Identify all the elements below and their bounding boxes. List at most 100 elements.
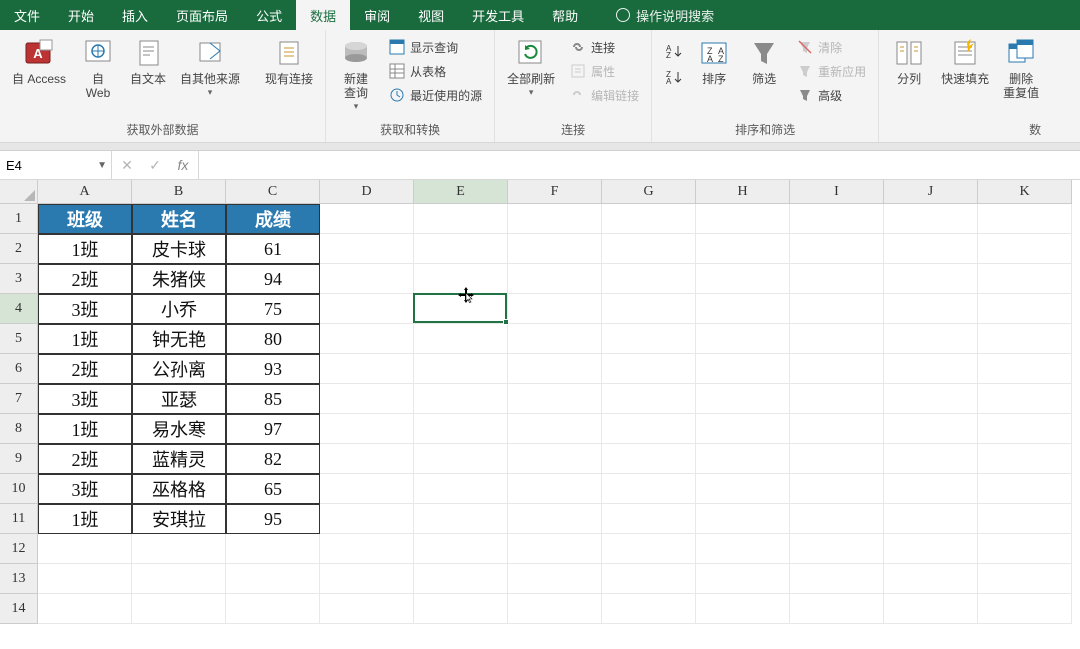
tab-开发工具[interactable]: 开发工具 [458,0,538,30]
row-headers[interactable]: 1234567891011121314 [0,204,38,624]
cell[interactable] [978,204,1072,234]
tab-视图[interactable]: 视图 [404,0,458,30]
cell[interactable] [884,504,978,534]
cell[interactable] [978,234,1072,264]
cell[interactable] [696,474,790,504]
cell[interactable] [884,474,978,504]
table-header[interactable]: 班级 [38,204,132,234]
cell[interactable] [414,414,508,444]
col-header-E[interactable]: E [414,180,508,204]
col-header-C[interactable]: C [226,180,320,204]
cell[interactable] [978,294,1072,324]
connections-button[interactable]: 连接 [565,36,643,58]
cell[interactable] [602,474,696,504]
cell[interactable] [320,324,414,354]
from-web-button[interactable]: 自 Web [76,34,120,102]
cell[interactable] [602,504,696,534]
tab-插入[interactable]: 插入 [108,0,162,30]
cell[interactable] [508,294,602,324]
show-queries-button[interactable]: 显示查询 [384,36,486,58]
cell[interactable] [696,234,790,264]
cell[interactable] [884,384,978,414]
cell[interactable] [790,354,884,384]
cell[interactable] [602,534,696,564]
table-cell[interactable]: 公孙离 [132,354,226,384]
cell[interactable] [978,324,1072,354]
sort-button[interactable]: ZAAZ 排序 [692,34,736,88]
table-cell[interactable]: 钟无艳 [132,324,226,354]
col-header-F[interactable]: F [508,180,602,204]
table-cell[interactable]: 93 [226,354,320,384]
cell[interactable] [320,294,414,324]
cell[interactable] [508,534,602,564]
existing-connections-button[interactable]: 现有连接 [261,34,317,88]
cell[interactable] [132,564,226,594]
table-cell[interactable]: 2班 [38,444,132,474]
cell[interactable] [884,414,978,444]
table-cell[interactable]: 3班 [38,294,132,324]
cell[interactable] [602,594,696,624]
col-header-H[interactable]: H [696,180,790,204]
table-cell[interactable]: 安琪拉 [132,504,226,534]
cell[interactable] [696,414,790,444]
cell[interactable] [884,324,978,354]
cell[interactable] [790,534,884,564]
remove-duplicates-button[interactable]: 删除 重复值 [999,34,1043,102]
col-header-G[interactable]: G [602,180,696,204]
cell[interactable] [414,324,508,354]
cell[interactable] [414,474,508,504]
cell[interactable] [320,504,414,534]
row-header-8[interactable]: 8 [0,414,38,444]
clear-filter-button[interactable]: 清除 [792,36,870,58]
cell[interactable] [508,264,602,294]
cell[interactable] [414,594,508,624]
sort-asc-button[interactable]: AZ [660,40,686,62]
cell[interactable] [790,564,884,594]
cell[interactable] [602,234,696,264]
cell[interactable] [414,204,508,234]
cell[interactable] [602,564,696,594]
table-cell[interactable]: 80 [226,324,320,354]
table-cell[interactable]: 95 [226,504,320,534]
tab-帮助[interactable]: 帮助 [538,0,592,30]
cell[interactable] [320,534,414,564]
cell[interactable] [602,354,696,384]
table-cell[interactable]: 1班 [38,324,132,354]
cell[interactable] [132,594,226,624]
cell[interactable] [696,294,790,324]
select-all-corner[interactable] [0,180,38,204]
table-cell[interactable]: 61 [226,234,320,264]
tab-页面布局[interactable]: 页面布局 [162,0,242,30]
cell[interactable] [508,234,602,264]
cell[interactable] [38,594,132,624]
cell[interactable] [508,594,602,624]
cell[interactable] [414,294,508,324]
cell[interactable] [790,294,884,324]
cell[interactable] [320,204,414,234]
table-header[interactable]: 姓名 [132,204,226,234]
cell[interactable] [508,384,602,414]
cell[interactable] [508,444,602,474]
cell[interactable] [884,294,978,324]
table-cell[interactable]: 65 [226,474,320,504]
cell[interactable] [884,234,978,264]
cell[interactable] [790,234,884,264]
cell[interactable] [884,264,978,294]
table-cell[interactable]: 2班 [38,264,132,294]
cell[interactable] [884,594,978,624]
table-cell[interactable]: 朱猪侠 [132,264,226,294]
row-header-9[interactable]: 9 [0,444,38,474]
table-cell[interactable]: 皮卡球 [132,234,226,264]
row-header-12[interactable]: 12 [0,534,38,564]
cell[interactable] [320,264,414,294]
cell[interactable] [978,534,1072,564]
cell[interactable] [508,414,602,444]
cell[interactable] [602,444,696,474]
table-cell[interactable]: 小乔 [132,294,226,324]
table-cell[interactable]: 82 [226,444,320,474]
cell[interactable] [414,444,508,474]
cell[interactable] [414,234,508,264]
from-text-button[interactable]: 自文本 [126,34,170,88]
advanced-filter-button[interactable]: 高级 [792,84,870,106]
cell[interactable] [508,354,602,384]
